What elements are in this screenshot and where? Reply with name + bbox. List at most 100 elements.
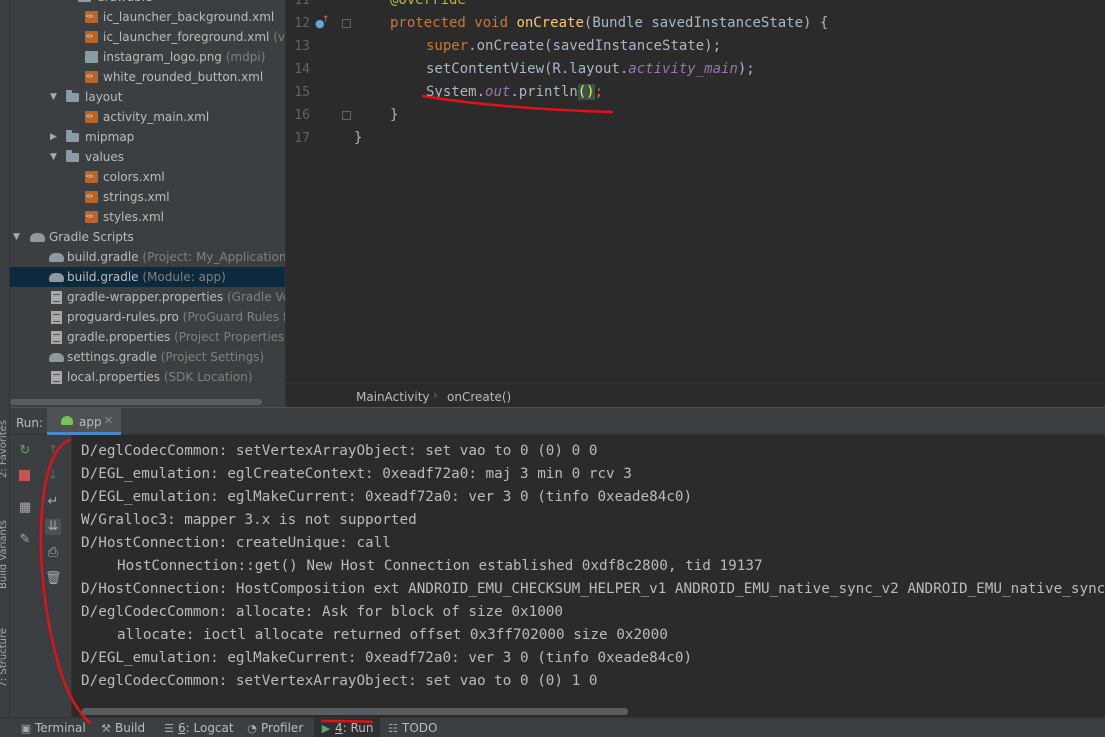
console-line: D/EGL_emulation: eglCreateContext: 0xead… — [81, 466, 632, 482]
expand-down-icon[interactable]: ▼ — [50, 87, 60, 107]
tree-item-label: build.gradle (Project: My_Application) — [67, 247, 285, 267]
tree-item[interactable]: activity_main.xml — [10, 107, 285, 127]
tree-item[interactable]: gradle-wrapper.properties (Gradle Versio… — [10, 287, 285, 307]
tree-item[interactable]: styles.xml — [10, 207, 285, 227]
tree-item-name: gradle.properties — [67, 330, 171, 344]
terminal-tab-label: Terminal — [35, 721, 86, 735]
tree-item-name: colors.xml — [103, 170, 165, 184]
code-token: super — [426, 38, 469, 54]
code-token: System. — [426, 84, 486, 100]
project-tree-scrollbar[interactable] — [10, 399, 262, 405]
tree-item[interactable]: proguard-rules.pro (ProGuard Rules for a… — [10, 307, 285, 327]
tree-item-meta: (SDK Location) — [163, 370, 253, 384]
run-tab-app[interactable]: app ✕ — [47, 408, 121, 435]
scroll-to-end-icon[interactable]: ⇊ — [45, 519, 61, 535]
console-scrollbar[interactable] — [82, 708, 628, 715]
code-token: setContentView(R.layout. — [426, 61, 629, 77]
tree-item[interactable]: ▼ values — [10, 147, 285, 167]
tree-item-name: strings.xml — [103, 190, 170, 204]
code-line-17: } — [354, 127, 362, 150]
rerun-icon[interactable]: ↻ — [17, 443, 33, 459]
code-token: protected — [390, 15, 466, 31]
expand-down-icon[interactable]: ▼ — [50, 147, 60, 167]
tree-item-name: layout — [85, 90, 123, 104]
code-token: .println — [510, 84, 578, 100]
build-tab[interactable]: ⚒ Build — [100, 718, 145, 737]
tree-item-meta: (ProGuard Rules for app) — [182, 310, 285, 324]
build-tab-label: Build — [115, 721, 146, 735]
tree-item-name: values — [85, 150, 125, 164]
tree-item[interactable]: local.properties (SDK Location) — [10, 367, 285, 387]
restore-layout-icon[interactable]: ▦ — [17, 500, 33, 516]
tree-item[interactable]: colors.xml — [10, 167, 285, 187]
tree-item[interactable]: instagram_logo.png (mdpi) — [10, 47, 285, 67]
tree-item-name: proguard-rules.pro — [67, 310, 179, 324]
logcat-tab[interactable]: ☰ 6: Logcat — [163, 718, 234, 737]
tree-item[interactable]: build.gradle (Module: app) — [10, 267, 285, 287]
tree-item-meta: (Project Properties) — [174, 330, 285, 344]
code-token: } — [354, 130, 363, 146]
tree-item[interactable]: ▶ mipmap — [10, 127, 285, 147]
run-console-output[interactable]: D/eglCodecCommon: setVertexArrayObject: … — [72, 435, 1105, 717]
tree-item[interactable]: settings.gradle (Project Settings) — [10, 347, 285, 367]
tree-item[interactable]: white_rounded_button.xml — [10, 67, 285, 87]
tree-item[interactable]: build.gradle (Project: My_Application) — [10, 247, 285, 267]
xml-file-icon — [85, 11, 98, 23]
folder-icon — [66, 130, 79, 142]
print-icon[interactable]: ⎙ — [45, 545, 61, 561]
console-line: D/EGL_emulation: eglMakeCurrent: 0xeadf7… — [81, 489, 693, 505]
collapse-right-icon[interactable]: ▶ — [50, 127, 60, 147]
left-tool-strip: 2: Favorites Build Variants 7: Structure — [0, 0, 10, 717]
console-line: D/eglCodecCommon: allocate: Ask for bloc… — [81, 604, 564, 620]
xml-file-icon — [85, 171, 98, 183]
close-icon[interactable]: ✕ — [104, 414, 113, 427]
tree-item[interactable]: ic_launcher_foreground.xml (v24) — [10, 27, 285, 47]
tree-item[interactable]: strings.xml — [10, 187, 285, 207]
code-editor[interactable]: 11 12 13 14 15 16 17 ● ↑ @Override prote… — [285, 0, 1105, 383]
soft-wrap-icon[interactable]: ↵ — [45, 494, 61, 510]
line-number: 13 — [294, 39, 310, 54]
run-tool-tab[interactable]: ▶ 4: Run — [314, 718, 380, 737]
breadcrumb-method[interactable]: onCreate() — [447, 390, 511, 404]
line-number: 14 — [294, 62, 310, 77]
code-token: onCreate — [516, 15, 584, 31]
breadcrumb: MainActivity › onCreate() — [285, 383, 1105, 407]
build-variants-tool-tab[interactable]: Build Variants — [0, 520, 9, 589]
scroll-up-icon[interactable]: ↑ — [45, 443, 61, 459]
favorites-tool-tab[interactable]: 2: Favorites — [0, 420, 9, 478]
tree-item[interactable]: gradle.properties (Project Properties) — [10, 327, 285, 347]
tree-item-name: gradle-wrapper.properties — [67, 290, 224, 304]
terminal-tab[interactable]: ▣ Terminal — [20, 718, 86, 737]
tree-item[interactable]: ▼ layout — [10, 87, 285, 107]
expand-down-icon[interactable]: ▼ — [13, 227, 23, 247]
tree-item-label: colors.xml — [103, 167, 165, 187]
run-panel-header: Run: app ✕ — [10, 407, 1105, 435]
tree-item[interactable]: ic_launcher_background.xml — [10, 7, 285, 27]
tree-item[interactable]: drawable — [10, 0, 285, 7]
override-arrow-icon[interactable]: ↑ — [322, 9, 330, 32]
breadcrumb-class[interactable]: MainActivity — [356, 390, 430, 404]
stop-icon[interactable] — [17, 468, 33, 484]
tree-item[interactable]: ▼ Gradle Scripts — [10, 227, 285, 247]
scroll-down-icon[interactable]: ↓ — [45, 468, 61, 484]
image-file-icon — [85, 51, 98, 63]
xml-file-icon — [85, 31, 98, 43]
structure-tool-tab[interactable]: 7: Structure — [0, 628, 9, 687]
code-line-16: } — [390, 104, 398, 127]
console-line: HostConnection::get() New Host Connectio… — [117, 558, 763, 574]
todo-tab[interactable]: ☷ TODO — [387, 718, 437, 737]
todo-icon: ☷ — [388, 722, 398, 735]
pin-icon[interactable]: ✎ — [17, 532, 33, 548]
tree-item-name: local.properties — [67, 370, 161, 384]
tree-item-name: ic_launcher_background.xml — [103, 10, 275, 24]
fold-marker-icon[interactable] — [342, 19, 351, 28]
code-token: out — [485, 84, 511, 100]
project-tree-panel: drawable ic_launcher_background.xml ic_lau… — [10, 0, 285, 407]
android-icon — [61, 416, 73, 425]
tree-item-name: mipmap — [85, 130, 135, 144]
fold-marker-icon[interactable] — [342, 111, 351, 120]
trash-icon[interactable]: 🗑 — [45, 571, 62, 587]
profiler-tab[interactable]: ◔ Profiler — [246, 718, 303, 737]
code-line-15: System.out.println(); — [426, 81, 603, 104]
tree-item-label: build.gradle (Module: app) — [67, 267, 226, 287]
